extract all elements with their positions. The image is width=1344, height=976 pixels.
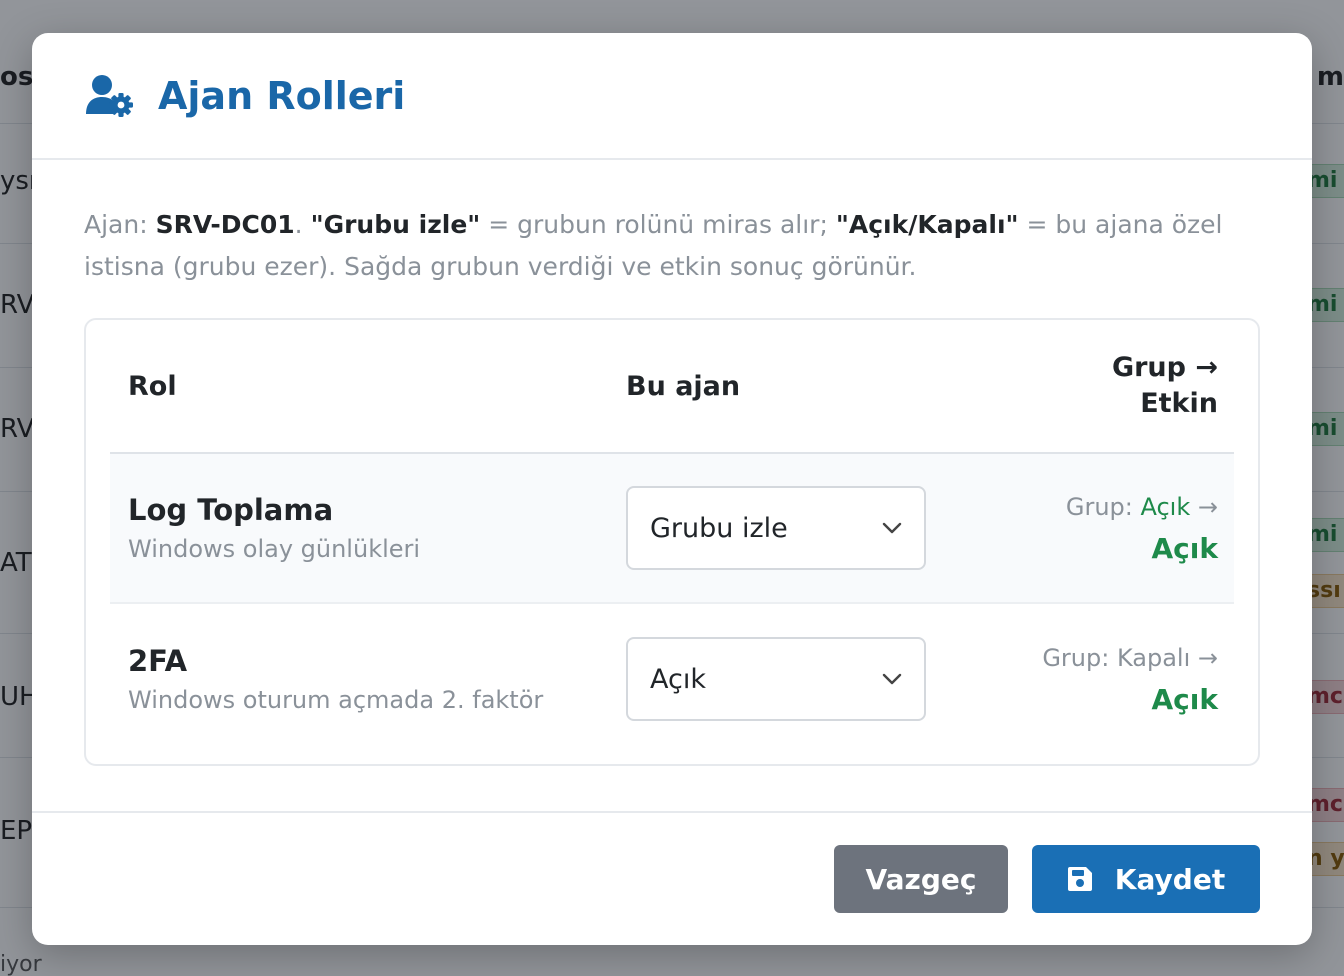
user-gear-icon [86, 74, 133, 117]
description-separator: . [294, 210, 311, 239]
description-agent-name: SRV-DC01 [155, 210, 295, 239]
floppy-disk-icon [1067, 867, 1092, 891]
effective-value: Açık [1151, 532, 1219, 565]
modal-footer: Vazgeç Kaydet [32, 811, 1312, 945]
modal-title: Ajan Rolleri [158, 73, 406, 118]
group-value: Açık [1140, 493, 1191, 521]
modal-header: Ajan Rolleri [32, 33, 1312, 160]
description-agent-label: Ajan: [84, 210, 156, 239]
roles-table: Rol Bu ajan Grup → Etkin Log Toplama Win… [84, 318, 1260, 766]
agent-cell: Grubu izle [626, 486, 926, 570]
cancel-button[interactable]: Vazgeç [834, 845, 1008, 913]
group-value: Kapalı [1116, 644, 1191, 672]
save-button-label: Kaydet [1114, 862, 1226, 896]
group-value-line: Grup: Kapalı → [926, 640, 1218, 676]
group-arrow: → [1190, 493, 1218, 521]
select-value: Açık [650, 663, 706, 695]
column-header-agent: Bu ajan [626, 370, 741, 402]
description-follow-label: "Grubu izle" [310, 210, 481, 239]
role-name: Log Toplama [128, 493, 334, 527]
group-label: Grup: [1065, 493, 1141, 521]
modal-description: Ajan: SRV-DC01. "Grubu izle" = grubun ro… [84, 204, 1260, 288]
chevron-down-icon [882, 522, 902, 534]
table-header: Rol Bu ajan Grup → Etkin [110, 320, 1234, 454]
agent-roles-modal: Ajan Rolleri Ajan: SRV-DC01. "Grubu izle… [32, 33, 1312, 945]
description-follow-text: = grubun rolünü miras alır; [480, 210, 836, 239]
role-name: 2FA [128, 644, 188, 678]
role-description: Windows oturum açmada 2. faktör [128, 686, 544, 714]
group-effective-cell: Grup: Kapalı → Açık [926, 640, 1234, 718]
role-cell: Log Toplama Windows olay günlükleri [110, 493, 626, 563]
description-override-label: "Açık/Kapalı" [835, 210, 1019, 239]
group-label: Grup: [1042, 644, 1117, 672]
select-value: Grubu izle [650, 512, 788, 544]
agent-role-select[interactable]: Açık [626, 637, 926, 721]
role-cell: 2FA Windows oturum açmada 2. faktör [110, 644, 626, 714]
chevron-down-icon [882, 673, 902, 685]
column-header-role: Rol [128, 370, 177, 402]
table-row: Log Toplama Windows olay günlükleri Grub… [110, 454, 1234, 604]
group-value-line: Grup: Açık → [926, 489, 1218, 525]
agent-cell: Açık [626, 637, 926, 721]
group-effective-cell: Grup: Açık → Açık [926, 489, 1234, 567]
effective-value: Açık [1151, 683, 1219, 716]
save-button[interactable]: Kaydet [1032, 845, 1260, 913]
role-description: Windows olay günlükleri [128, 535, 421, 563]
table-row: 2FA Windows oturum açmada 2. faktör Açık… [110, 604, 1234, 754]
column-header-effective: Etkin [1140, 388, 1218, 419]
agent-role-select[interactable]: Grubu izle [626, 486, 926, 570]
modal-body: Ajan: SRV-DC01. "Grubu izle" = grubun ro… [32, 160, 1312, 766]
column-header-group: Grup → [1111, 352, 1218, 383]
column-header-group-effective: Grup → Etkin [926, 350, 1234, 422]
group-arrow: → [1190, 644, 1218, 672]
